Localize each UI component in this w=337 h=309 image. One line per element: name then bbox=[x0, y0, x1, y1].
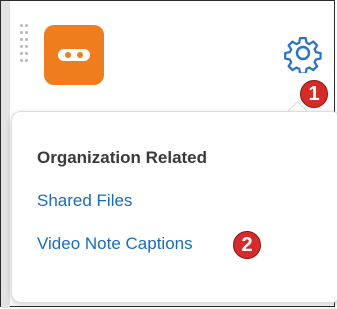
left-edge-strip bbox=[1, 1, 10, 308]
gear-icon[interactable] bbox=[283, 33, 323, 73]
menu-item-video-note-captions[interactable]: Video Note Captions bbox=[37, 234, 193, 254]
mask-glyph-icon bbox=[58, 49, 90, 61]
step-badge-2: 2 bbox=[233, 231, 261, 259]
app-tile-icon[interactable] bbox=[44, 25, 104, 85]
menu-item-shared-files[interactable]: Shared Files bbox=[37, 191, 132, 211]
menu-section-heading: Organization Related bbox=[37, 148, 208, 167]
drag-handle-icon[interactable] bbox=[20, 24, 28, 68]
step-badge-1: 1 bbox=[300, 80, 328, 108]
